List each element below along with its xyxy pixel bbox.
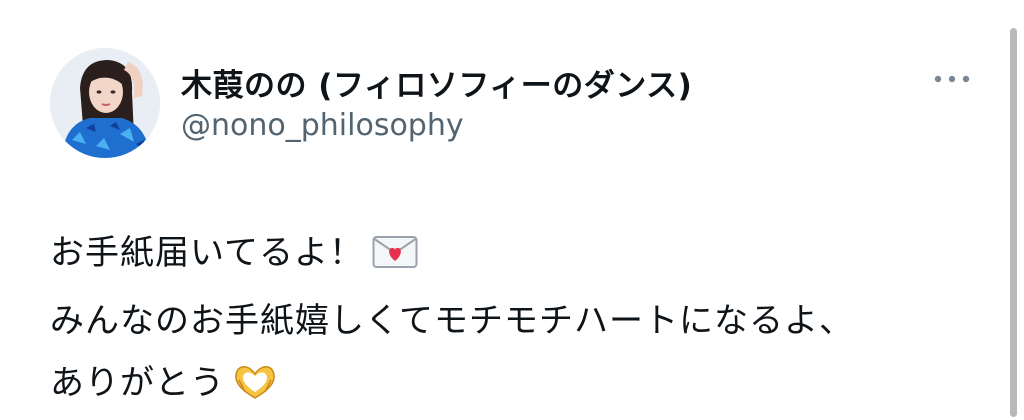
tweet-line-2: みんなのお手紙嬉しくてモチモチハートになるよ、 bbox=[50, 301, 854, 341]
tweet-line-3: ありがとう bbox=[50, 352, 854, 420]
display-name[interactable]: 木葭のの (フィロソフィーのダンス) bbox=[181, 60, 692, 105]
user-handle[interactable]: @nono_philosophy bbox=[181, 108, 464, 143]
heart-hands-icon bbox=[233, 358, 277, 420]
tweet: 木葭のの (フィロソフィーのダンス) @nono_philosophy お手紙届… bbox=[0, 0, 1024, 417]
love-letter-icon bbox=[372, 228, 418, 290]
tweet-text: お手紙届いてるよ！ みんなのお手紙嬉しくてモチモチハートになるよ、 ありがとう bbox=[50, 222, 854, 420]
avatar-image bbox=[50, 48, 160, 158]
avatar[interactable] bbox=[50, 48, 160, 158]
more-options-icon bbox=[934, 75, 970, 83]
tweet-line-1-text: お手紙届いてるよ！ bbox=[50, 233, 364, 273]
scrollbar[interactable] bbox=[1010, 28, 1017, 417]
more-options-button[interactable] bbox=[928, 64, 976, 94]
tweet-line-3-text: ありがとう bbox=[50, 363, 225, 403]
tweet-line-1: お手紙届いてるよ！ bbox=[50, 222, 854, 290]
